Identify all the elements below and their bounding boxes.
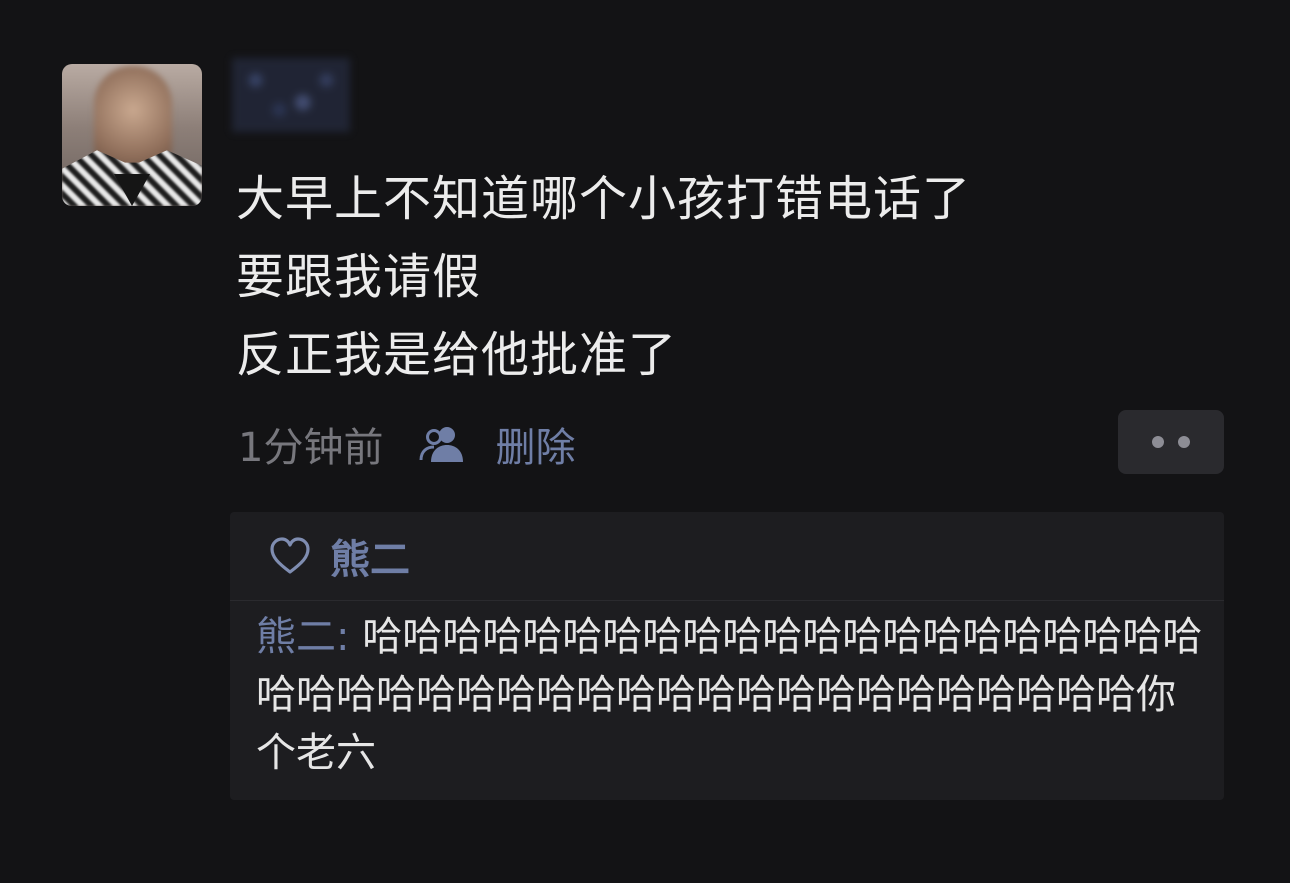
people-icon[interactable] — [417, 424, 469, 464]
delete-button[interactable]: 删除 — [495, 415, 575, 473]
comment-author-link[interactable]: 熊二 — [256, 614, 336, 660]
username-blurred[interactable] — [232, 58, 350, 132]
comment-separator: : — [336, 614, 363, 660]
comment-item[interactable]: 熊二: 哈哈哈哈哈哈哈哈哈哈哈哈哈哈哈哈哈哈哈哈哈哈哈哈哈哈哈哈哈哈哈哈哈哈哈哈… — [256, 608, 1206, 782]
comment-text: 哈哈哈哈哈哈哈哈哈哈哈哈哈哈哈哈哈哈哈哈哈哈哈哈哈哈哈哈哈哈哈哈哈哈哈哈哈哈哈哈… — [256, 614, 1203, 776]
comments-panel: 熊二 熊二: 哈哈哈哈哈哈哈哈哈哈哈哈哈哈哈哈哈哈哈哈哈哈哈哈哈哈哈哈哈哈哈哈哈… — [230, 512, 1224, 800]
post-line: 要跟我请假 — [236, 249, 482, 305]
post-content: 大早上不知道哪个小孩打错电话了 要跟我请假 反正我是给他批准了 — [236, 160, 1196, 394]
more-dots-icon — [1178, 436, 1190, 448]
user-avatar[interactable] — [62, 64, 202, 206]
post-line: 反正我是给他批准了 — [236, 327, 678, 383]
post-line: 大早上不知道哪个小孩打错电话了 — [236, 171, 972, 227]
divider — [230, 600, 1224, 601]
post-time: 1分钟前 — [238, 425, 384, 471]
heart-icon — [268, 536, 312, 576]
liker-name-link[interactable]: 熊二 — [330, 527, 410, 585]
more-options-button[interactable] — [1118, 410, 1224, 474]
more-dots-icon — [1152, 436, 1164, 448]
likes-row: 熊二 — [268, 527, 410, 585]
post-meta: 1分钟前 删除 — [238, 414, 575, 474]
